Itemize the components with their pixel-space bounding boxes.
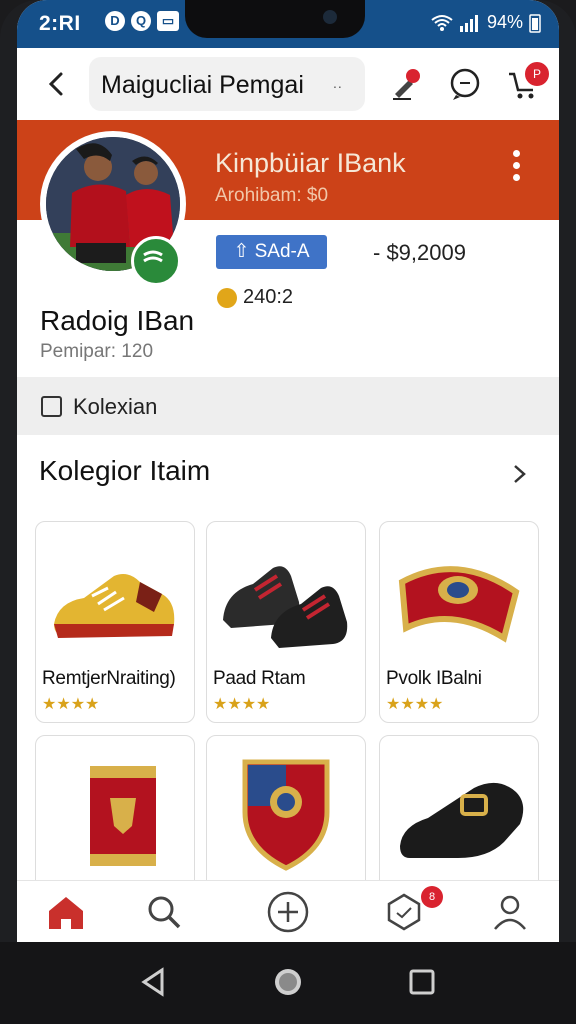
nav-badge: 8 bbox=[421, 886, 443, 908]
chevron-right-icon[interactable] bbox=[509, 458, 531, 490]
add-icon[interactable] bbox=[265, 889, 311, 935]
collection-tab[interactable]: Kolexian bbox=[17, 377, 559, 435]
team-subtitle: Arohibam: $0 bbox=[215, 185, 329, 206]
camera-notch bbox=[185, 0, 365, 38]
checkbox-icon[interactable] bbox=[41, 396, 62, 417]
section-title: Kolegior Itaim bbox=[39, 455, 211, 486]
collection-tab-label: Kolexian bbox=[73, 394, 158, 419]
phone-frame: 2:RI D Q ▭ 94% Maigucliai Pemgai .. P Ki… bbox=[0, 0, 576, 1024]
item-name: Pvolk IBalni bbox=[386, 668, 482, 689]
home-icon[interactable] bbox=[43, 889, 89, 935]
wifi-icon bbox=[431, 14, 453, 31]
item-card-2[interactable]: Paad Rtam ★★★★ bbox=[206, 521, 366, 723]
notification-q-icon: Q bbox=[131, 11, 151, 31]
cart-badge: P bbox=[523, 60, 551, 88]
system-back-icon[interactable] bbox=[134, 962, 174, 1002]
more-options-icon[interactable] bbox=[511, 150, 521, 190]
item-rating: ★★★★ bbox=[386, 696, 444, 713]
team-name: Kinpbüiar IBank bbox=[215, 148, 406, 178]
status-time: 2:RI bbox=[39, 12, 81, 35]
edit-tag-icon[interactable] bbox=[389, 66, 425, 102]
status-right: 94% bbox=[431, 12, 541, 33]
system-recents-icon[interactable] bbox=[402, 962, 442, 1002]
system-home-icon[interactable] bbox=[268, 962, 308, 1002]
sneaker-icon bbox=[54, 574, 175, 638]
coin-icon bbox=[217, 287, 237, 308]
shoe-icon bbox=[400, 782, 524, 858]
item-card-1[interactable]: RemtjerNraiting) ★★★★ bbox=[35, 521, 195, 723]
boots-icon bbox=[223, 566, 348, 648]
battery-icon bbox=[529, 13, 541, 33]
notification-d-icon: D bbox=[105, 11, 125, 31]
item-rating: ★★★★ bbox=[213, 696, 271, 713]
bracelet-icon bbox=[398, 566, 520, 643]
system-navigation-bar bbox=[0, 942, 576, 1024]
top-app-bar: Maigucliai Pemgai .. bbox=[17, 48, 559, 120]
signal-icon bbox=[459, 14, 478, 32]
bottom-navigation bbox=[17, 880, 559, 942]
user-name: Radoig IBan bbox=[40, 305, 195, 336]
verified-badge-icon bbox=[131, 236, 181, 286]
price-value: - $9,2009 bbox=[373, 240, 466, 265]
chat-icon[interactable] bbox=[447, 66, 483, 102]
action-pill-button[interactable]: ⇧ SAd-A bbox=[216, 235, 327, 269]
notification-box-icon: ▭ bbox=[157, 11, 179, 31]
item-card-3[interactable]: Pvolk IBalni ★★★★ bbox=[379, 521, 539, 723]
back-arrow-icon[interactable] bbox=[41, 68, 73, 100]
item-name: Paad Rtam bbox=[213, 668, 306, 689]
battery-percent: 94% bbox=[486, 12, 523, 32]
search-field[interactable]: Maigucliai Pemgai .. bbox=[89, 57, 365, 111]
wristband-icon bbox=[90, 766, 156, 866]
app-screen: 2:RI D Q ▭ 94% Maigucliai Pemgai .. P Ki… bbox=[17, 0, 559, 942]
profile-icon[interactable] bbox=[487, 889, 533, 935]
shield-crest-icon bbox=[242, 759, 330, 871]
user-subtitle: Pemipar: 120 bbox=[40, 341, 154, 362]
search-icon[interactable] bbox=[141, 889, 187, 935]
search-more: .. bbox=[333, 75, 343, 91]
search-text: Maigucliai Pemgai bbox=[101, 71, 304, 99]
coin-value: 240:2 bbox=[243, 286, 294, 308]
item-rating: ★★★★ bbox=[42, 696, 100, 713]
coin-balance: 240:2 bbox=[217, 286, 293, 309]
status-bar: 2:RI D Q ▭ 94% bbox=[17, 0, 559, 48]
item-name: RemtjerNraiting) bbox=[42, 668, 176, 689]
